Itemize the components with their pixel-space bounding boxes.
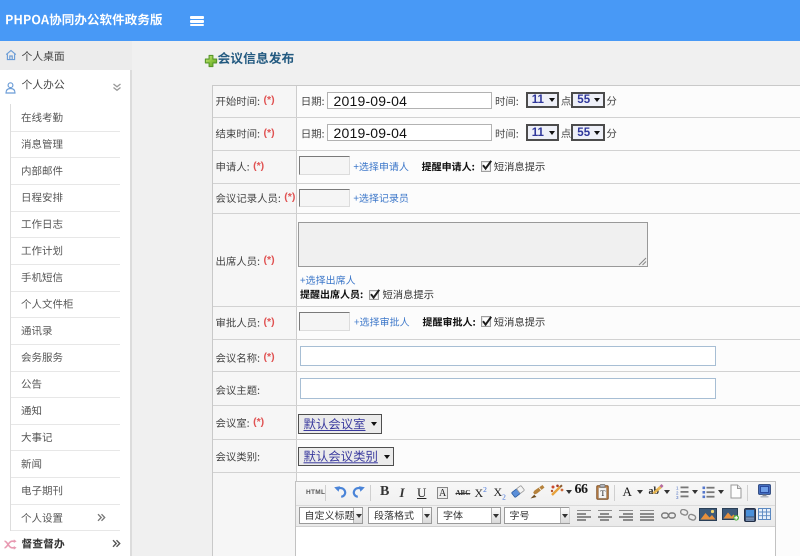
svg-text:3: 3 <box>676 495 679 499</box>
svg-text:T: T <box>600 488 606 498</box>
